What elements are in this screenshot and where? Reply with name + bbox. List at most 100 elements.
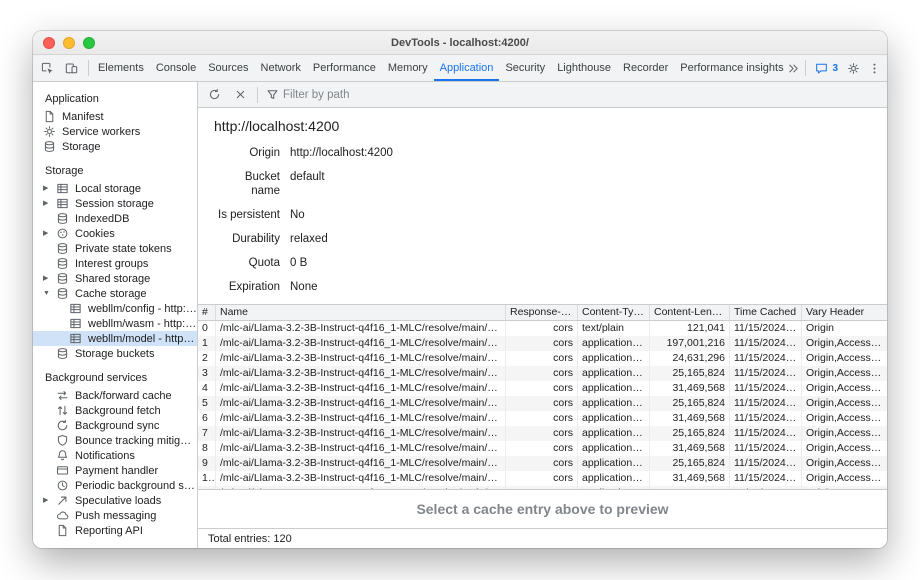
sync-icon [56, 419, 70, 432]
traffic-lights [43, 31, 95, 54]
table-icon [69, 302, 83, 315]
sidebar-item-payment-handler[interactable]: Payment handler [33, 463, 197, 478]
cache-entry-row[interactable]: 7/mlc-ai/Llama-3.2-3B-Instruct-q4f16_1-M… [198, 426, 887, 441]
sidebar-item-manifest[interactable]: Manifest [33, 109, 197, 124]
column-header-name[interactable]: Name [216, 305, 506, 320]
cache-entry-row[interactable]: 6/mlc-ai/Llama-3.2-3B-Instruct-q4f16_1-M… [198, 411, 887, 426]
sidebar-item-local-storage[interactable]: ▶Local storage [33, 181, 197, 196]
toolbar-divider [805, 60, 806, 76]
delete-selected-icon[interactable] [228, 83, 252, 107]
sidebar-item-cookies[interactable]: ▶Cookies [33, 226, 197, 241]
sidebar-item-indexeddb[interactable]: IndexedDB [33, 211, 197, 226]
table-icon [56, 197, 70, 210]
column-header-content-length[interactable]: Content-Length [650, 305, 730, 320]
origin-title: http://localhost:4200 [214, 118, 871, 134]
meta-value-bucket-name: default [290, 170, 871, 198]
cache-entry-row[interactable]: 5/mlc-ai/Llama-3.2-3B-Instruct-q4f16_1-M… [198, 396, 887, 411]
sidebar-item-interest-groups[interactable]: Interest groups [33, 256, 197, 271]
minimize-window-button[interactable] [63, 37, 75, 49]
cell-vary-header: Origin,Access… [802, 471, 887, 486]
tab-sources[interactable]: Sources [202, 55, 254, 81]
sidebar-item-speculative-loads[interactable]: ▶Speculative loads [33, 493, 197, 508]
sidebar-item-label: Periodic background sync [75, 480, 197, 492]
devtools-window: DevTools - localhost:4200/ ElementsConso… [33, 31, 887, 548]
tab-performance[interactable]: Performance [307, 55, 382, 81]
cell-response-type: cors [506, 441, 578, 456]
sidebar-item-background-sync[interactable]: Background sync [33, 418, 197, 433]
sidebar-item-storage-buckets[interactable]: Storage buckets [33, 346, 197, 361]
settings-gear-icon[interactable] [841, 56, 865, 80]
more-options-icon[interactable] [865, 56, 883, 80]
cell-response-type: cors [506, 381, 578, 396]
sidebar-item-push-messaging[interactable]: Push messaging [33, 508, 197, 523]
sidebar-item-label: Notifications [75, 450, 135, 462]
column-header-response-type[interactable]: Response-Type [506, 305, 578, 320]
expand-arrow-icon[interactable]: ▶ [43, 185, 56, 192]
expand-arrow-icon[interactable]: ▶ [43, 497, 56, 504]
inspect-element-icon[interactable] [35, 56, 59, 80]
zoom-window-button[interactable] [83, 37, 95, 49]
console-messages-button[interactable]: 3 [809, 56, 841, 80]
cache-entry-row[interactable]: 0/mlc-ai/Llama-3.2-3B-Instruct-q4f16_1-M… [198, 321, 887, 336]
sidebar-item-service-workers[interactable]: Service workers [33, 124, 197, 139]
tab-elements[interactable]: Elements [92, 55, 150, 81]
cache-entry-row[interactable]: 10/mlc-ai/Llama-3.2-3B-Instruct-q4f16_1-… [198, 471, 887, 486]
column-header-time-cached[interactable]: Time Cached [730, 305, 802, 320]
tab-application[interactable]: Application [434, 55, 500, 81]
cell-content-length: 31,469,568 [650, 411, 730, 426]
close-window-button[interactable] [43, 37, 55, 49]
expand-arrow-icon[interactable]: ▶ [43, 200, 56, 207]
cell-vary-header: Origin,Access… [802, 336, 887, 351]
sidebar-item-back-forward-cache[interactable]: Back/forward cache [33, 388, 197, 403]
database-icon [56, 347, 70, 360]
meta-value-expiration: None [290, 280, 871, 294]
tab-lighthouse[interactable]: Lighthouse [551, 55, 617, 81]
sidebar-item-webllm-model-http-loc[interactable]: webllm/model - http://loc… [33, 331, 197, 346]
sidebar-item-private-state-tokens[interactable]: Private state tokens [33, 241, 197, 256]
sidebar-item-periodic-background-sync[interactable]: Periodic background sync [33, 478, 197, 493]
filter-input[interactable] [283, 89, 503, 101]
sidebar-item-storage[interactable]: Storage [33, 139, 197, 154]
tab-memory[interactable]: Memory [382, 55, 434, 81]
column-header-vary-header[interactable]: Vary Header [802, 305, 887, 320]
sidebar-item-bounce-tracking-mitigations[interactable]: Bounce tracking mitigations [33, 433, 197, 448]
column-header-hash[interactable]: # [198, 305, 216, 320]
more-tabs-icon[interactable] [784, 56, 802, 80]
refresh-icon[interactable] [202, 83, 226, 107]
cache-entry-row[interactable]: 9/mlc-ai/Llama-3.2-3B-Instruct-q4f16_1-M… [198, 456, 887, 471]
sidebar-item-cache-storage[interactable]: ▼Cache storage [33, 286, 197, 301]
cache-entry-row[interactable]: 2/mlc-ai/Llama-3.2-3B-Instruct-q4f16_1-M… [198, 351, 887, 366]
expand-arrow-icon[interactable]: ▶ [43, 230, 56, 237]
cell-name: /mlc-ai/Llama-3.2-3B-Instruct-q4f16_1-ML… [216, 321, 506, 336]
sidebar-item-session-storage[interactable]: ▶Session storage [33, 196, 197, 211]
tab-network[interactable]: Network [255, 55, 307, 81]
tab-console[interactable]: Console [150, 55, 202, 81]
tab-performance-insights[interactable]: Performance insights [674, 55, 784, 81]
sidebar-item-notifications[interactable]: Notifications [33, 448, 197, 463]
sidebar-item-background-fetch[interactable]: Background fetch [33, 403, 197, 418]
column-header-content-type[interactable]: Content-Type [578, 305, 650, 320]
cache-entry-row[interactable]: 1/mlc-ai/Llama-3.2-3B-Instruct-q4f16_1-M… [198, 336, 887, 351]
sidebar-item-webllm-wasm-http-loca[interactable]: webllm/wasm - http://loca… [33, 316, 197, 331]
sidebar-section-storage: Storage [33, 160, 197, 181]
window-titlebar[interactable]: DevTools - localhost:4200/ [33, 31, 887, 55]
cell-hash: 9 [198, 456, 216, 471]
database-icon [43, 140, 57, 153]
tab-security[interactable]: Security [499, 55, 551, 81]
expand-arrow-icon[interactable]: ▶ [43, 275, 56, 282]
cache-entry-row[interactable]: 4/mlc-ai/Llama-3.2-3B-Instruct-q4f16_1-M… [198, 381, 887, 396]
panel-tabs: ElementsConsoleSourcesNetworkPerformance… [92, 55, 784, 81]
collapse-arrow-icon[interactable]: ▼ [43, 290, 56, 297]
sidebar-item-webllm-config-http-loc[interactable]: webllm/config - http://loc… [33, 301, 197, 316]
cache-entry-row[interactable]: 3/mlc-ai/Llama-3.2-3B-Instruct-q4f16_1-M… [198, 366, 887, 381]
cell-hash: 0 [198, 321, 216, 336]
tabbar-right-controls: 3 [784, 55, 887, 81]
table-icon [69, 317, 83, 330]
tab-recorder[interactable]: Recorder [617, 55, 674, 81]
cache-entry-row[interactable]: 8/mlc-ai/Llama-3.2-3B-Instruct-q4f16_1-M… [198, 441, 887, 456]
sidebar-item-label: Payment handler [75, 465, 158, 477]
device-toolbar-icon[interactable] [59, 56, 83, 80]
sidebar-item-reporting-api[interactable]: Reporting API [33, 523, 197, 538]
sidebar-item-shared-storage[interactable]: ▶Shared storage [33, 271, 197, 286]
meta-value-is-persistent: No [290, 208, 871, 222]
